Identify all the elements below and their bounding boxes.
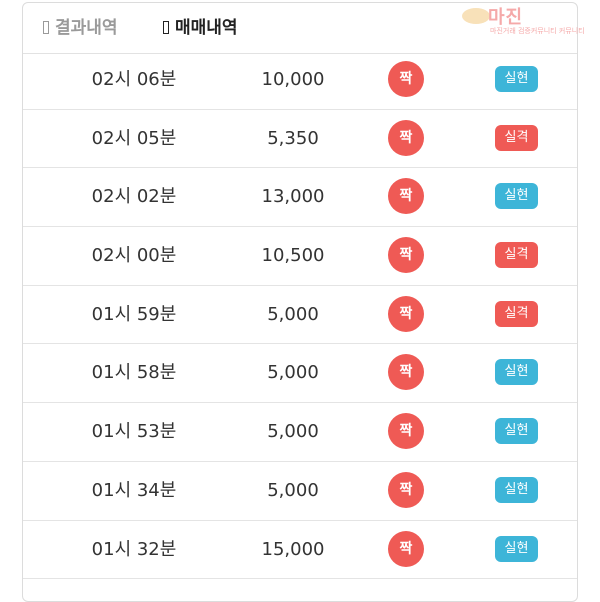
tab-results[interactable]: 결과내역 [43,15,118,41]
result-badge: 실현 [495,183,538,210]
pick-badge: 짝 [388,354,424,391]
trade-amount: 5,000 [267,479,319,501]
trade-row: 01시 59분 5,000 짝 실격 [23,286,577,345]
result-badge: 실격 [495,242,538,269]
result-badge: 실격 [495,300,538,327]
trade-list: 02시 06분 10,000 짝 실현 02시 05분 5,350 짝 실격 02시 02분 13… [23,51,577,580]
trade-amount: 5,350 [267,127,319,149]
pick-badge: 짝 [388,119,424,156]
trade-time: 02시 02분 [91,186,177,208]
result-badge: 실현 [495,66,538,92]
wing-emblem-icon [462,8,490,24]
trade-time: 01시 32분 [91,538,177,560]
trade-amount: 5,000 [267,362,319,384]
trade-row: 02시 02분 13,000 짝 실현 [23,168,577,228]
trade-row: 01시 53분 5,000 짝 실현 [23,403,577,462]
trade-amount: 5,000 [267,303,319,325]
pick-badge: 짝 [388,295,424,332]
trade-amount: 10,000 [261,69,325,90]
trade-row: 02시 05분 5,350 짝 실격 [23,110,577,169]
tab-trades-label: 매매내역 [175,18,238,38]
tab-results-label: 결과내역 [55,18,118,38]
tab-icon [163,21,169,34]
trade-time: 02시 06분 [91,69,177,90]
result-badge: 실현 [495,359,538,386]
pick-badge: 짝 [388,237,424,274]
trade-amount: 5,000 [267,421,319,443]
trade-time: 01시 34분 [91,479,177,501]
trade-amount: 13,000 [261,186,325,208]
pick-badge: 짝 [388,413,424,450]
pick-badge: 짝 [388,471,424,508]
trade-row: 02시 06분 10,000 짝 실현 [23,51,577,110]
result-badge: 실현 [495,418,538,445]
trade-row: 01시 34분 5,000 짝 실현 [23,462,577,521]
pick-badge: 짝 [388,61,424,97]
trade-row: 02시 00분 10,500 짝 실격 [23,227,577,286]
pick-badge: 짝 [388,178,424,215]
result-badge: 실격 [495,124,538,151]
trade-row: 01시 32분 15,000 짝 실현 [23,521,577,580]
trade-time: 02시 05분 [91,127,177,149]
trade-time: 01시 58분 [91,362,177,384]
result-badge: 실현 [495,476,538,503]
trade-time: 01시 53분 [91,421,177,443]
trade-time: 01시 59분 [91,303,177,325]
watermark-logo: 마진 마진거래 검증커뮤니티 커뮤니티 [462,4,594,38]
trade-history-panel: 결과내역 매매내역 02시 06분 10,000 짝 실현 02시 05분 5,350 짝 실… [22,2,578,602]
trade-row: 01시 58분 5,000 짝 실현 [23,344,577,404]
watermark-tagline: 마진거래 검증커뮤니티 커뮤니티 [490,27,585,35]
tab-trades[interactable]: 매매내역 [163,15,238,41]
result-badge: 실현 [495,535,538,562]
trade-time: 02시 00분 [91,245,177,267]
trade-amount: 10,500 [261,245,325,267]
tab-icon [43,21,49,34]
pick-badge: 짝 [388,530,424,567]
trade-amount: 15,000 [261,538,325,560]
